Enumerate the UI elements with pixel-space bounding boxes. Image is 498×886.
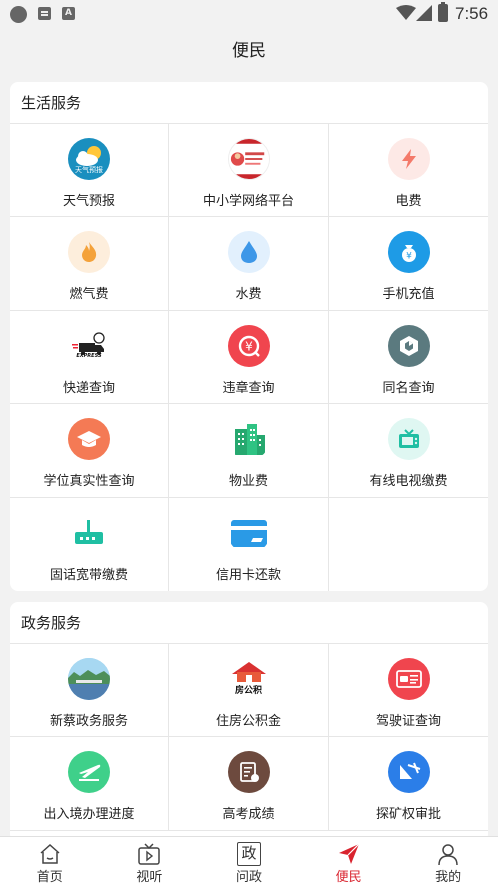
service-express[interactable]: EXPRESS 快递查询 xyxy=(10,310,169,405)
status-bar: A 7:56 xyxy=(0,0,498,28)
school-platform-icon xyxy=(227,138,270,180)
service-exam-score[interactable]: 高考成绩 xyxy=(169,737,329,831)
service-electricity[interactable]: 电费 xyxy=(329,124,488,218)
tab-mine[interactable]: 我的 xyxy=(398,837,498,886)
service-label: 天气预报 xyxy=(62,194,115,209)
express-icon: EXPRESS xyxy=(68,324,110,367)
service-label: 中小学网络平台 xyxy=(202,194,294,209)
water-icon xyxy=(227,231,270,274)
page-header: 便民 xyxy=(0,28,498,74)
gov-question-icon: 政 xyxy=(236,842,261,866)
service-label: 燃气费 xyxy=(69,287,109,303)
gov-service-icon xyxy=(68,658,110,700)
svg-text:¥: ¥ xyxy=(406,252,412,262)
service-property[interactable]: 物业费 xyxy=(169,404,329,498)
tv-icon xyxy=(138,843,161,865)
service-credit-card[interactable]: 信用卡还款 xyxy=(169,497,329,591)
credit-card-icon xyxy=(227,511,270,554)
gov-services-card: 政务服务 新蔡政务服务 房公积 住房公积金 驾驶证查询 出入境办理进度 高考成绩… xyxy=(10,602,488,842)
gas-icon xyxy=(68,231,110,274)
status-time: 7:56 xyxy=(455,4,489,23)
driver-license-icon xyxy=(387,658,430,700)
cable-tv-icon xyxy=(387,418,430,461)
service-gov[interactable]: 新蔡政务服务 xyxy=(10,644,169,738)
service-label: 快递查询 xyxy=(62,380,115,396)
service-school-platform[interactable]: 中小学网络平台 xyxy=(169,124,329,218)
life-services-card: 生活服务 天气预报 天气预报 中小学网络平台 电费 燃气费 水费 ¥ 手机充值 … xyxy=(10,82,488,591)
mining-icon xyxy=(387,751,430,794)
same-name-icon xyxy=(387,324,430,367)
service-label: 手机充值 xyxy=(382,287,435,303)
service-label: 新蔡政务服务 xyxy=(49,714,128,729)
service-label: 学位真实性查询 xyxy=(43,474,135,490)
service-label: 出入境办理进度 xyxy=(43,807,135,823)
service-cable-tv[interactable]: 有线电视缴费 xyxy=(329,404,488,498)
service-label: 物业费 xyxy=(228,474,268,490)
home-icon xyxy=(40,843,60,864)
tab-label: 便民 xyxy=(335,870,362,885)
tab-label: 视听 xyxy=(136,870,163,885)
service-mining[interactable]: 探矿权审批 xyxy=(329,737,488,831)
service-label: 电费 xyxy=(395,194,422,209)
service-label: 固话宽带缴费 xyxy=(49,567,128,583)
service-label: 水费 xyxy=(235,287,262,303)
svg-text:¥: ¥ xyxy=(245,339,253,353)
tab-home[interactable]: 首页 xyxy=(0,837,100,886)
service-same-name[interactable]: 同名查询 xyxy=(329,311,488,405)
tab-label: 首页 xyxy=(36,870,63,885)
message-icon xyxy=(38,7,51,20)
bottom-tab-bar: 首页 视听 政 问政 便民 我的 xyxy=(0,836,498,886)
tab-video[interactable]: 视听 xyxy=(100,837,200,886)
service-driver-license[interactable]: 驾驶证查询 xyxy=(329,644,488,738)
service-housing-fund[interactable]: 房公积 住房公积金 xyxy=(169,644,329,738)
service-traffic-violation[interactable]: ¥ 违章查询 xyxy=(169,310,329,405)
empty-cell xyxy=(329,498,488,591)
service-weather[interactable]: 天气预报 天气预报 xyxy=(10,124,169,218)
service-label: 探矿权审批 xyxy=(375,807,441,823)
traffic-violation-icon: ¥ xyxy=(227,324,270,367)
a-app-icon: A xyxy=(62,7,75,20)
wifi-icon xyxy=(396,5,416,20)
service-gas[interactable]: 燃气费 xyxy=(10,217,169,311)
weather-icon: 天气预报 xyxy=(68,138,110,180)
service-phone-recharge[interactable]: ¥ 手机充值 xyxy=(329,217,488,311)
property-icon xyxy=(227,418,270,461)
battery-icon xyxy=(438,2,448,22)
tab-gov-question[interactable]: 政 问政 xyxy=(199,837,299,886)
tab-convenience[interactable]: 便民 xyxy=(299,837,399,886)
service-label: 住房公积金 xyxy=(215,714,281,729)
user-icon xyxy=(438,844,458,866)
service-label: 同名查询 xyxy=(382,380,435,396)
service-label: 有线电视缴费 xyxy=(369,474,448,490)
notification-dot-icon xyxy=(10,6,27,23)
service-broadband[interactable]: 固话宽带缴费 xyxy=(10,497,169,591)
broadband-icon xyxy=(68,511,110,554)
housing-fund-icon: 房公积 xyxy=(227,658,270,700)
tab-label: 问政 xyxy=(235,870,262,885)
section-title: 政务服务 xyxy=(10,602,488,644)
exam-score-icon xyxy=(227,751,270,794)
service-label: 高考成绩 xyxy=(222,807,275,823)
degree-icon xyxy=(68,418,110,461)
service-immigration[interactable]: 出入境办理进度 xyxy=(10,737,169,831)
service-label: 违章查询 xyxy=(222,380,275,396)
tab-label: 我的 xyxy=(435,870,462,885)
section-title: 生活服务 xyxy=(10,82,488,124)
page-title: 便民 xyxy=(232,41,266,61)
service-water[interactable]: 水费 xyxy=(169,217,329,311)
send-icon xyxy=(338,843,360,864)
service-degree[interactable]: 学位真实性查询 xyxy=(10,404,169,498)
signal-icon xyxy=(416,5,432,21)
phone-recharge-icon: ¥ xyxy=(387,231,430,274)
immigration-icon xyxy=(68,751,110,794)
service-label: 驾驶证查询 xyxy=(375,714,441,729)
electricity-icon xyxy=(387,138,430,180)
service-label: 信用卡还款 xyxy=(215,567,281,583)
